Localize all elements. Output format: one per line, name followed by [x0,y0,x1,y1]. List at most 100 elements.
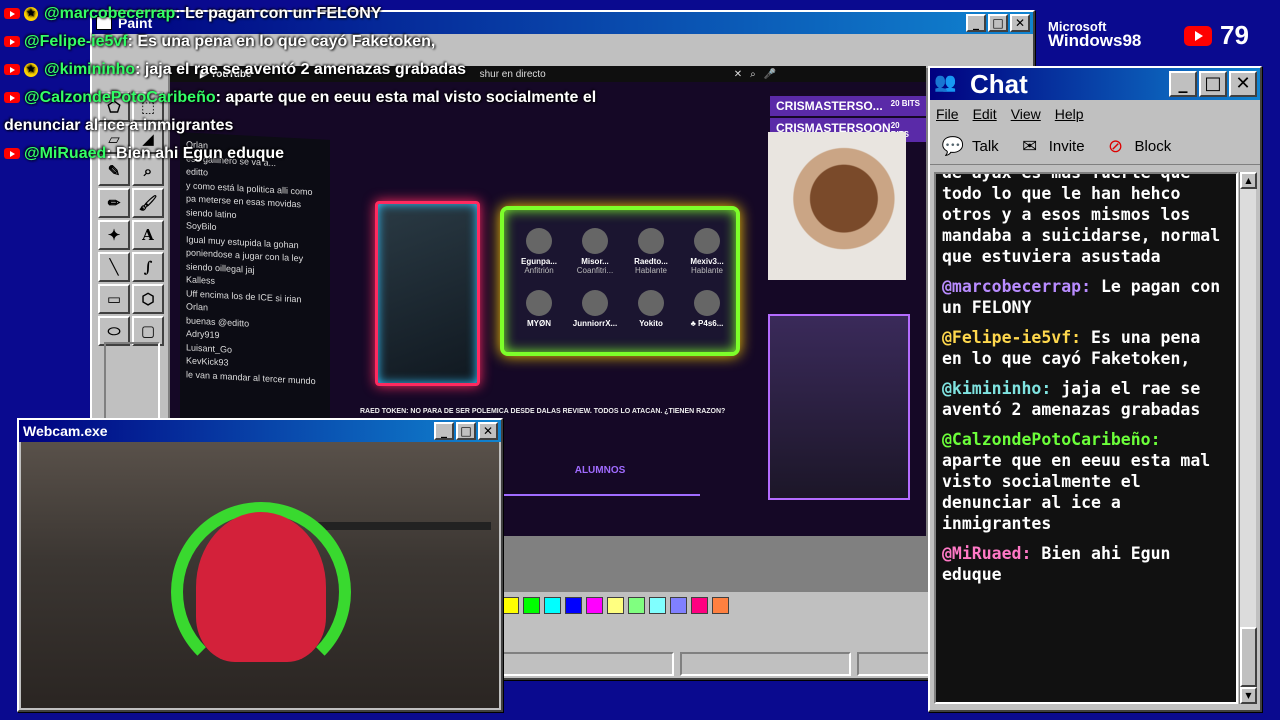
chat-window: 👥 Chat _ □ ✕ File Edit View Help 💬 Talk ✉… [928,66,1262,712]
guest-role: Hablante [690,266,724,275]
close-search-icon[interactable]: ✕ [734,69,742,80]
guest-name: ♣ P4s6... [690,319,724,328]
side-chat-line: Igual muy estupida la gohan poniendose a… [186,233,304,275]
guest-role: Coanfitri... [576,266,614,275]
block-button[interactable]: ⊘ Block [1103,134,1172,158]
palette-swatch[interactable] [712,597,729,614]
webcam-feed [21,442,499,708]
scroll-down-icon[interactable]: ▼ [1240,687,1257,704]
chat-username[interactable]: @MiRuaed: [942,544,1031,563]
guest-role: Anfitrión [524,266,554,275]
minimize-button[interactable]: _ [966,14,986,32]
pencil-icon[interactable]: ✏ [98,188,130,218]
guest-tile[interactable]: Misor... Coanfitri... [570,228,620,275]
guest-avatar [526,290,552,316]
palette-swatch[interactable] [607,597,624,614]
webcam-title: Webcam.exe [23,423,108,439]
guest-tile[interactable]: Egunpa... Anfitrión [514,228,564,275]
video-title[interactable]: RAED TOKEN: NO PARA DE SER POLEMICA DESD… [360,408,725,415]
invite-button[interactable]: ✉ Invite [1017,134,1085,158]
chat-message: @kimininho: jaja el rae se aventó 2 amen… [942,378,1230,420]
maximize-button[interactable]: □ [988,14,1008,32]
mic-icon[interactable]: 🎤 [764,69,776,80]
block-label: Block [1134,137,1172,155]
airbrush-icon[interactable]: ✦ [98,220,130,250]
talk-button[interactable]: 💬 Talk [940,134,999,158]
chat-log[interactable]: de ayax es mas fuerte que todo lo que le… [934,172,1238,704]
chat-title: Chat [970,68,1028,99]
chat-message: @CalzondePotoCaribeño: aparte que en eeu… [942,429,1230,534]
guest-avatar [582,290,608,316]
palette-swatch[interactable] [565,597,582,614]
guest-name: Yokito [639,319,663,328]
guest-avatar [638,228,664,254]
block-icon: ⊘ [1108,135,1124,156]
palette-swatch[interactable] [691,597,708,614]
overlay-chat-line: @MiRuaed: Bien ahi Egun eduque [4,140,704,168]
curve-icon[interactable]: ∫ [132,252,164,282]
palette-swatch[interactable] [502,597,519,614]
guest-tile[interactable]: MYØN [514,290,564,328]
overlay-text: : Bien ahi Egun eduque [106,145,285,162]
close-button[interactable]: ✕ [1010,14,1030,32]
chat-text: aparte que en eeuu esta mal visto social… [942,451,1211,533]
member-star-icon: ★ [24,6,38,21]
youtube-icon [4,64,20,76]
guests-frame: Egunpa... Anfitrión Misor... Coanfitri... Ra… [500,206,740,356]
guest-tile[interactable]: Raedto... Hablante [626,228,676,275]
chat-scrollbar[interactable]: ▲ ▼ [1239,172,1257,704]
overlay-text: : jaja el rae se aventó 2 amenazas graba… [135,61,466,78]
overlay-username: @CalzondePotoCaribeño [24,89,216,106]
chat-username[interactable]: @CalzondePotoCaribeño: [942,430,1161,449]
overlay-chat-line: ★ @kimininho: jaja el rae se aventó 2 ame… [4,56,704,84]
webcam-window: Webcam.exe _ □ ✕ [17,418,503,712]
tool-options[interactable] [104,342,160,422]
guest-tile[interactable]: Yokito [626,290,676,328]
alumnos-banner: ALUMNOS [500,446,700,496]
chat-username[interactable]: @kimininho: [942,379,1051,398]
overlay-text: : Es una pena en lo que cayó Faketoken, [127,33,436,50]
minimize-button[interactable]: _ [434,422,454,440]
chat-username[interactable]: @marcobecerrap: [942,277,1091,296]
chat-titlebar[interactable]: 👥 Chat _ □ ✕ [930,68,1260,100]
guest-name: MYØN [527,319,551,328]
menu-view[interactable]: View [1011,106,1041,122]
rectangle-icon[interactable]: ▭ [98,284,130,314]
shelf [311,522,491,530]
menu-edit[interactable]: Edit [973,106,997,122]
os-brand-line-2: Windows98 [1048,31,1142,50]
palette-swatch[interactable] [523,597,540,614]
guest-tile[interactable]: Mexiv3... Hablante [682,228,732,275]
guest-tile[interactable]: JunniorrX... [570,290,620,328]
host-camera-frame [375,201,480,386]
guest-name: Raedto... [634,257,668,266]
invite-label: Invite [1048,137,1085,155]
minimize-button[interactable]: _ [1169,71,1197,97]
menu-file[interactable]: File [936,106,959,122]
overlay-text: : aparte que en eeuu esta mal visto soci… [215,89,597,106]
maximize-button[interactable]: □ [456,422,476,440]
close-button[interactable]: ✕ [478,422,498,440]
youtube-icon [1184,25,1212,46]
brush-icon[interactable]: 🖌 [132,188,164,218]
text-tool-icon[interactable]: A [132,220,164,250]
menu-help[interactable]: Help [1055,106,1084,122]
palette-swatch[interactable] [586,597,603,614]
webcam-titlebar[interactable]: Webcam.exe _ □ ✕ [19,420,501,442]
palette-swatch[interactable] [649,597,666,614]
close-button[interactable]: ✕ [1229,71,1257,97]
guest-tile[interactable]: ♣ P4s6... [682,290,732,328]
polygon-icon[interactable]: ⬡ [132,284,164,314]
overlay-username: @Felipe-ie5vf [24,33,128,50]
overlay-chat-line: ★ @marcobecerrap: Le pagan con un FELONY [4,0,704,28]
palette-swatch[interactable] [628,597,645,614]
search-icon[interactable]: ⌕ [750,69,756,80]
line-icon[interactable]: ╲ [98,252,130,282]
chat-username[interactable]: @Felipe-ie5vf: [942,328,1081,347]
guest-avatar [694,228,720,254]
palette-swatch[interactable] [670,597,687,614]
palette-swatch[interactable] [544,597,561,614]
scroll-thumb[interactable] [1240,627,1257,687]
scroll-up-icon[interactable]: ▲ [1240,172,1257,189]
maximize-button[interactable]: □ [1199,71,1227,97]
